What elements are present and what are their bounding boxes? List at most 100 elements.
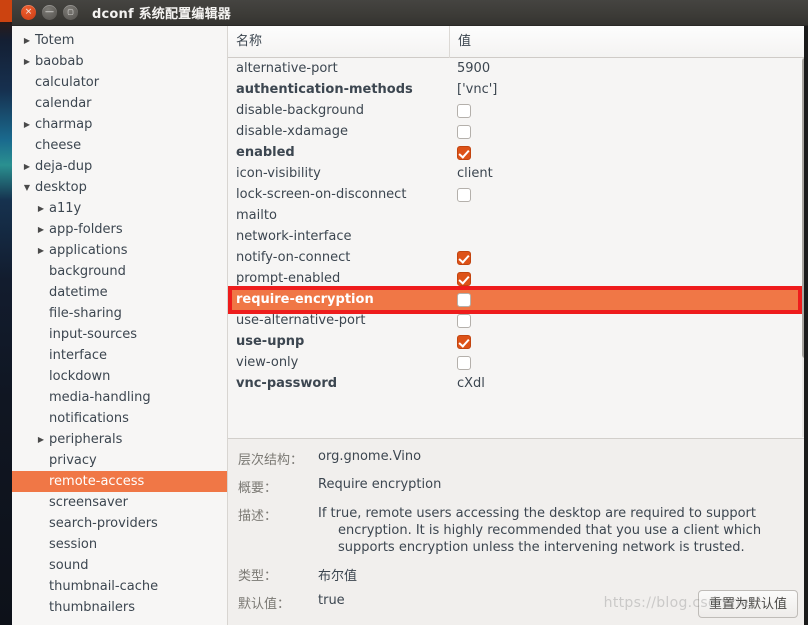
key-value[interactable] [450,142,808,163]
chevron-right-icon[interactable]: ▶ [34,429,48,450]
sidebar-item-calendar[interactable]: ▶calendar [12,93,227,114]
sidebar-item-desktop[interactable]: ▼ desktop [12,177,227,198]
sidebar-item-screensaver[interactable]: ▶screensaver [12,492,227,513]
key-row[interactable]: use-upnp [228,331,808,352]
checkbox-unchecked-icon[interactable] [457,187,471,202]
sidebar-item-app-folders[interactable]: ▶ app-folders [12,219,227,240]
detail-row-type: 类型： 布尔值 [236,565,800,584]
key-row[interactable]: use-alternative-port [228,310,808,331]
sidebar-item-thumbnailers[interactable]: ▶thumbnailers [12,597,227,618]
sidebar-item-privacy[interactable]: ▶privacy [12,450,227,471]
key-name: vnc-password [236,376,338,391]
key-row[interactable]: mailto [228,205,808,226]
sidebar-item-totem[interactable]: ▶ Totem [12,30,227,51]
chevron-right-icon[interactable]: ▶ [20,114,34,135]
sidebar-item-datetime[interactable]: ▶datetime [12,282,227,303]
checkbox-checked-icon[interactable] [457,334,471,349]
key-row[interactable]: vnc-password cXdl [228,373,808,394]
key-value[interactable] [450,352,808,373]
key-row[interactable]: disable-xdamage [228,121,808,142]
close-button[interactable]: × [21,5,36,20]
sidebar-item-applications[interactable]: ▶ applications [12,240,227,261]
checkbox-unchecked-icon[interactable] [457,355,471,370]
checkbox-checked-icon[interactable] [457,250,471,265]
key-value[interactable]: client [450,163,808,184]
key-name: disable-xdamage [236,124,348,139]
key-value[interactable] [450,121,808,142]
checkbox-checked-icon[interactable] [457,145,471,160]
chevron-right-icon[interactable]: ▶ [20,156,34,177]
sidebar-item-cheese[interactable]: ▶cheese [12,135,227,156]
key-value[interactable]: ['vnc'] [450,79,808,100]
checkbox-unchecked-icon[interactable] [457,103,471,118]
key-row[interactable]: require-encryption [228,289,808,310]
maximize-button[interactable]: ▢ [63,5,78,20]
key-value[interactable] [450,100,808,121]
key-row[interactable]: enabled [228,142,808,163]
key-value[interactable] [450,331,808,352]
sidebar-item-baobab[interactable]: ▶ baobab [12,51,227,72]
key-value[interactable] [450,226,808,247]
column-header-value[interactable]: 值 [450,26,808,58]
schema-tree-sidebar[interactable]: ▶Totem▶baobab▶calculator▶calendar▶charma… [12,26,228,625]
key-value[interactable] [450,184,808,205]
sidebar-item-lockdown[interactable]: ▶lockdown [12,366,227,387]
sidebar-item-thumbnail-cache[interactable]: ▶thumbnail-cache [12,576,227,597]
key-row[interactable]: alternative-port 5900 [228,58,808,79]
sidebar-item-interface[interactable]: ▶interface [12,345,227,366]
minimize-button[interactable]: — [42,5,57,20]
key-row[interactable]: prompt-enabled [228,268,808,289]
chevron-right-icon[interactable]: ▶ [34,198,48,219]
chevron-right-icon[interactable]: ▶ [20,30,34,51]
checkbox-unchecked-icon[interactable] [457,124,471,139]
key-value[interactable]: cXdl [450,373,808,394]
sidebar-item-session[interactable]: ▶session [12,534,227,555]
key-row[interactable]: disable-background [228,100,808,121]
key-list[interactable]: alternative-port 5900 authentication-metho… [228,58,808,437]
chevron-right-icon[interactable]: ▶ [34,219,48,240]
key-row[interactable]: authentication-methods ['vnc'] [228,79,808,100]
key-value[interactable]: 5900 [450,58,808,79]
sidebar-item-a11y[interactable]: ▶ a11y [12,198,227,219]
sidebar-item-charmap[interactable]: ▶ charmap [12,114,227,135]
key-name: icon-visibility [236,166,321,181]
sidebar-item-file-sharing[interactable]: ▶file-sharing [12,303,227,324]
chevron-down-icon[interactable]: ▼ [20,177,34,198]
key-row[interactable]: network-interface [228,226,808,247]
checkbox-unchecked-icon[interactable] [457,292,471,307]
key-name: use-alternative-port [236,313,366,328]
sidebar-item-input-sources[interactable]: ▶input-sources [12,324,227,345]
key-value-text: ['vnc'] [457,82,498,97]
sidebar-item-label: input-sources [49,327,138,342]
key-value[interactable] [450,310,808,331]
key-value[interactable] [450,247,808,268]
sidebar-item-media-handling[interactable]: ▶media-handling [12,387,227,408]
checkbox-unchecked-icon[interactable] [457,313,471,328]
key-value-text: cXdl [457,376,485,391]
detail-value-schema: org.gnome.Vino [318,449,422,464]
column-header-name[interactable]: 名称 [228,26,450,58]
key-row[interactable]: view-only [228,352,808,373]
sidebar-item-search-providers[interactable]: ▶search-providers [12,513,227,534]
key-row[interactable]: icon-visibility client [228,163,808,184]
sidebar-item-deja-dup[interactable]: ▶ deja-dup [12,156,227,177]
key-value[interactable] [450,268,808,289]
sidebar-item-background[interactable]: ▶background [12,261,227,282]
sidebar-item-sound[interactable]: ▶sound [12,555,227,576]
sidebar-item-notifications[interactable]: ▶notifications [12,408,227,429]
sidebar-item-calculator[interactable]: ▶calculator [12,72,227,93]
key-value[interactable] [450,205,808,226]
key-name: disable-background [236,103,365,118]
key-value[interactable] [450,289,808,310]
sidebar-item-label: applications [49,243,128,258]
key-name: use-upnp [236,334,305,349]
key-row[interactable]: notify-on-connect [228,247,808,268]
chevron-right-icon[interactable]: ▶ [20,51,34,72]
sidebar-item-remote-access[interactable]: ▶remote-access [12,471,227,492]
checkbox-checked-icon[interactable] [457,271,471,286]
sidebar-item-peripherals[interactable]: ▶ peripherals [12,429,227,450]
key-row[interactable]: lock-screen-on-disconnect [228,184,808,205]
sidebar-item-label: sound [49,558,89,573]
reset-to-default-button[interactable]: 重置为默认值 [697,590,798,618]
chevron-right-icon[interactable]: ▶ [34,240,48,261]
